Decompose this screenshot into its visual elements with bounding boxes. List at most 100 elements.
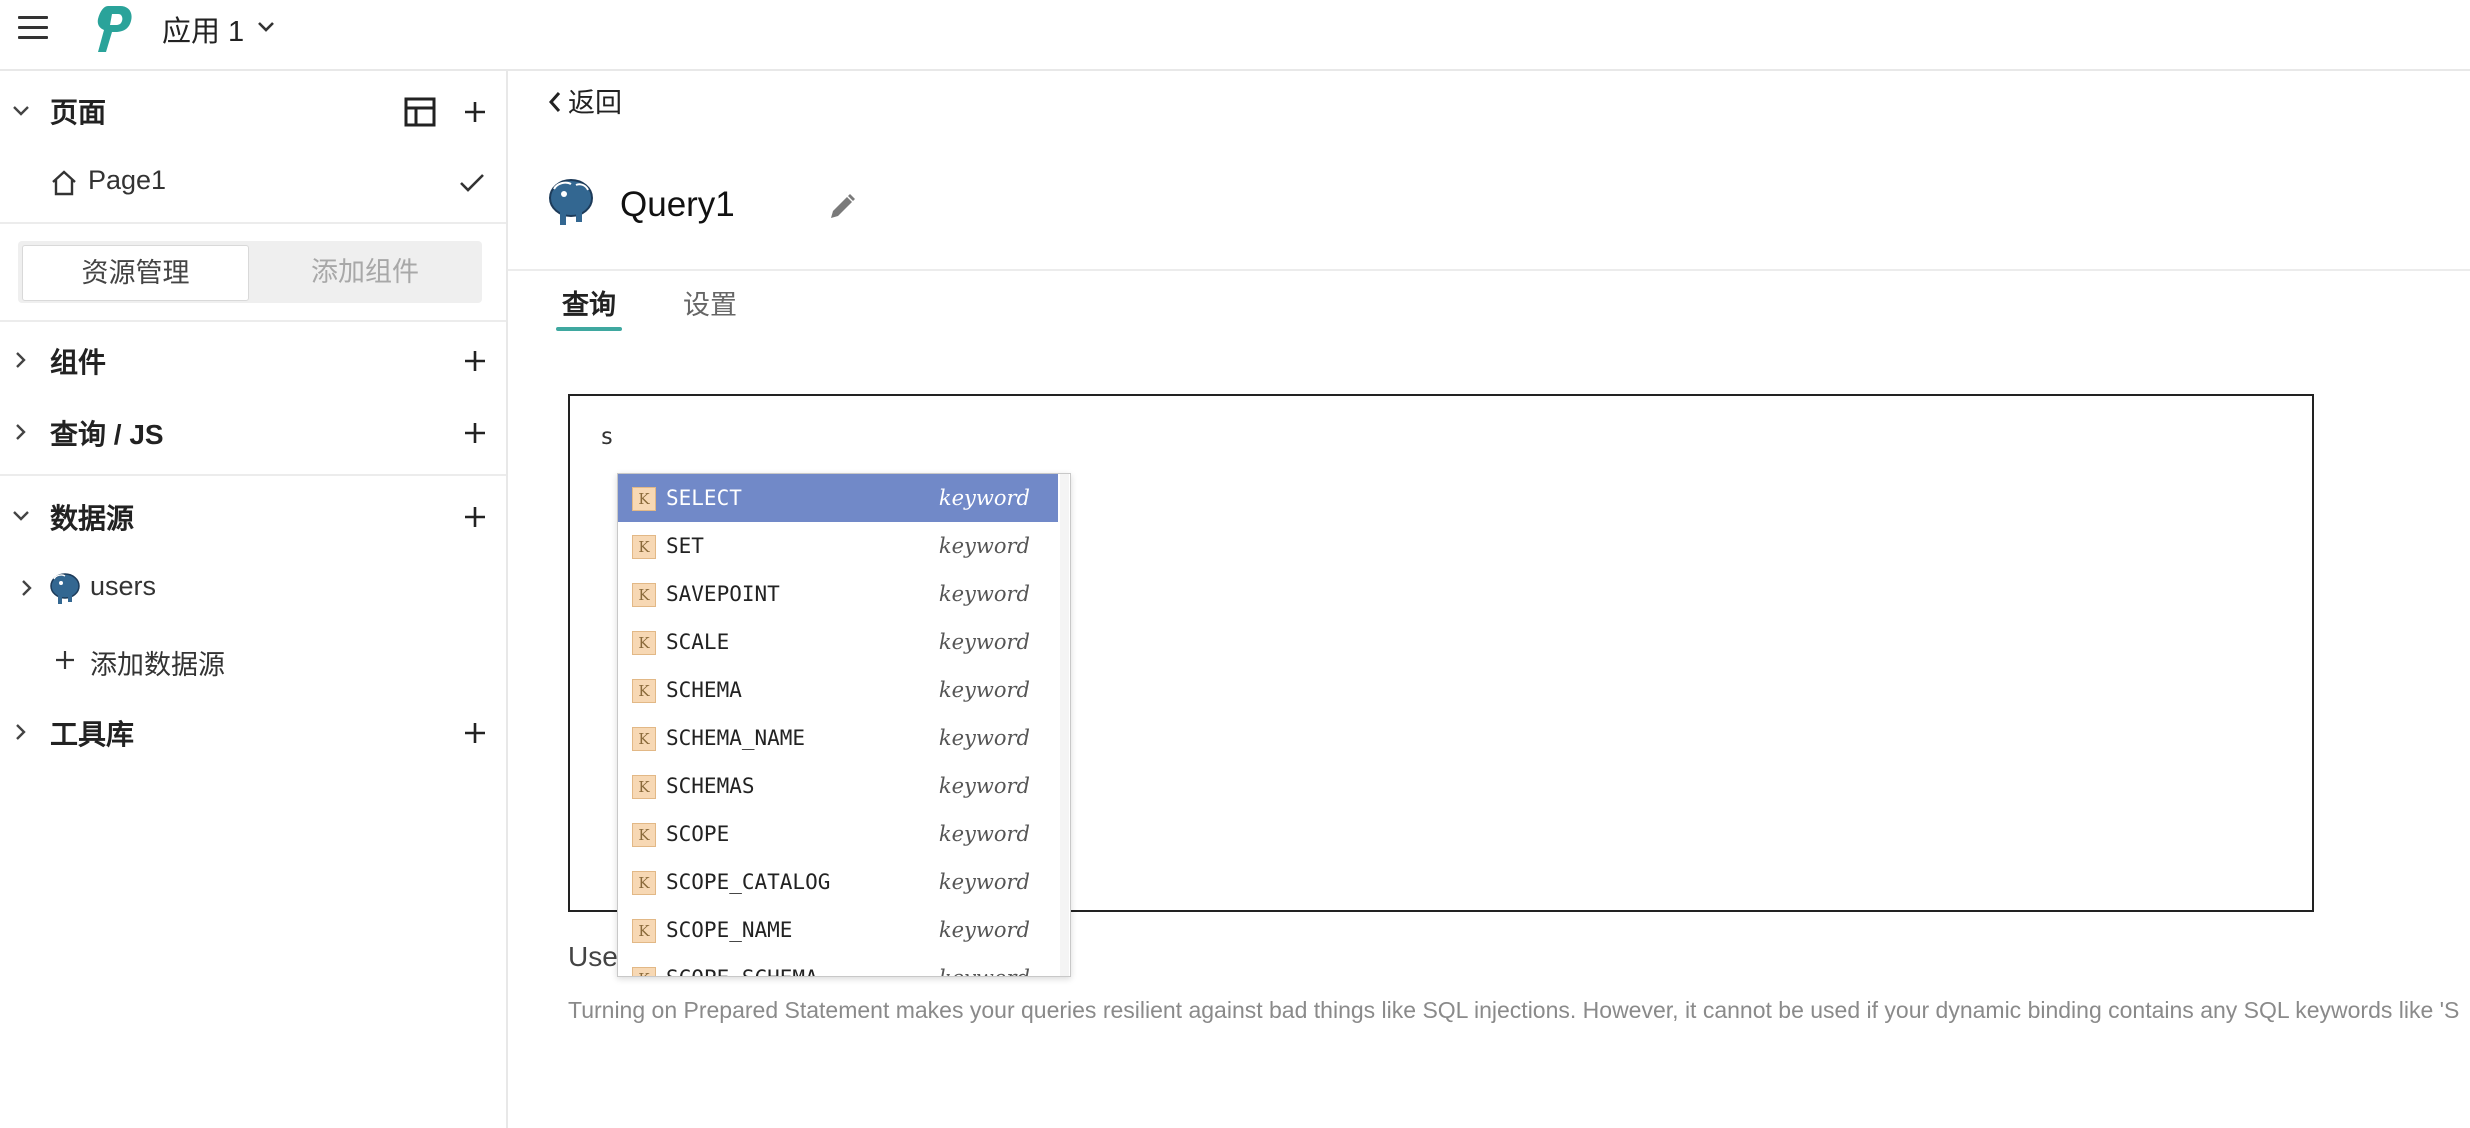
tab-query[interactable]: 查询 <box>562 283 616 322</box>
keyword-kind-icon: K <box>632 535 656 559</box>
keyword-kind-icon: K <box>632 631 656 655</box>
add-datasource-button[interactable]: 添加数据源 <box>0 635 506 685</box>
autocomplete-item-label: SCOPE_CATALOG <box>666 870 831 894</box>
editor-text[interactable]: s <box>600 424 614 450</box>
keyword-kind-icon: K <box>632 583 656 607</box>
datasource-label: users <box>90 571 157 601</box>
postgres-icon <box>549 179 593 225</box>
autocomplete-item-type: keyword <box>938 918 1030 942</box>
chevron-right-icon[interactable] <box>10 721 32 743</box>
components-title: 组件 <box>50 347 107 378</box>
app-name[interactable]: 应用 1 <box>162 8 244 50</box>
divider <box>0 222 506 224</box>
chevron-right-icon[interactable] <box>10 349 32 371</box>
add-datasource-label: 添加数据源 <box>90 650 225 680</box>
prepared-statement-label: Use <box>568 941 618 972</box>
autocomplete-item-label: SCHEMA_NAME <box>666 726 806 750</box>
autocomplete-item-type: keyword <box>939 966 1030 976</box>
resource-management-tab[interactable]: 资源管理 <box>22 245 249 301</box>
plus-icon[interactable] <box>462 348 488 374</box>
edit-icon[interactable] <box>826 191 858 223</box>
chevron-left-icon <box>548 92 561 112</box>
autocomplete-item[interactable]: K SCOPE keyword <box>618 810 1058 858</box>
autocomplete-item-label: SCHEMA <box>666 678 742 702</box>
divider <box>0 474 506 476</box>
autocomplete-item[interactable]: K SCHEMA_NAME keyword <box>618 714 1058 762</box>
chevron-right-icon[interactable] <box>10 421 32 443</box>
datasources-title: 数据源 <box>50 503 135 534</box>
chevron-right-icon[interactable] <box>16 577 38 599</box>
postgres-icon <box>50 573 80 604</box>
autocomplete-item-type: keyword <box>938 774 1030 798</box>
active-tab-indicator <box>556 327 622 331</box>
back-label: 返回 <box>568 88 622 118</box>
autocomplete-item[interactable]: K SCHEMA keyword <box>618 666 1058 714</box>
autocomplete-item-label: SCALE <box>666 630 730 654</box>
datasource-item-users[interactable]: users <box>0 563 506 613</box>
autocomplete-item[interactable]: K SET keyword <box>618 522 1058 570</box>
plus-icon[interactable] <box>462 99 488 125</box>
plus-icon[interactable] <box>462 504 488 530</box>
query-title: Query1 <box>620 185 735 224</box>
divider <box>508 269 2470 271</box>
home-icon <box>52 170 76 196</box>
pages-section-header[interactable]: 页面 <box>0 89 506 133</box>
autocomplete-item-label: SCOPE <box>666 822 730 846</box>
logo-icon <box>97 6 132 52</box>
page-item-page1[interactable]: Page1 <box>0 159 506 209</box>
autocomplete-item-label: SAVEPOINT <box>666 582 780 606</box>
autocomplete-item[interactable]: K SCHEMAS keyword <box>618 762 1058 810</box>
autocomplete-item-label: SET <box>666 534 704 558</box>
keyword-kind-icon: K <box>632 775 656 799</box>
keyword-kind-icon: K <box>632 727 656 751</box>
autocomplete-item-label: SELECT <box>666 486 742 510</box>
menu-icon[interactable] <box>18 14 50 42</box>
autocomplete-popup: K SELECT keyword K SET keyword K SAVEPOINT keywo… <box>617 473 1071 977</box>
tab-settings[interactable]: 设置 <box>683 283 737 322</box>
chevron-down-icon[interactable] <box>10 100 32 122</box>
sidebar-mode-toggle: 资源管理 添加组件 <box>18 241 482 303</box>
keyword-kind-icon: K <box>632 487 656 511</box>
add-component-tab[interactable]: 添加组件 <box>252 245 478 299</box>
queries-section-header[interactable]: 查询 / JS <box>0 407 506 457</box>
keyword-kind-icon: K <box>632 679 656 703</box>
divider <box>0 320 506 322</box>
check-icon <box>460 174 484 192</box>
autocomplete-item-type: keyword <box>938 822 1030 846</box>
layout-icon[interactable] <box>404 97 436 127</box>
sidebar: 页面 Page1 资源管理 添加组件 组件 查询 / JS 数据源 users … <box>0 71 508 1128</box>
keyword-kind-icon: K <box>632 967 656 976</box>
autocomplete-item-label: SCOPE_SCHEMA <box>666 966 818 976</box>
plus-icon[interactable] <box>462 420 488 446</box>
plus-icon[interactable] <box>462 720 488 746</box>
back-button[interactable]: 返回 <box>546 81 622 120</box>
autocomplete-item[interactable]: K SCALE keyword <box>618 618 1058 666</box>
autocomplete-item-type: keyword <box>938 582 1030 606</box>
autocomplete-item-type: keyword <box>938 726 1030 750</box>
datasources-section-header[interactable]: 数据源 <box>0 491 506 541</box>
queries-title: 查询 / JS <box>50 419 164 450</box>
page-item-label: Page1 <box>88 165 167 195</box>
autocomplete-item-label: SCOPE_NAME <box>666 918 793 942</box>
autocomplete-item[interactable]: K SAVEPOINT keyword <box>618 570 1058 618</box>
autocomplete-item[interactable]: K SCOPE_SCHEMA keyword <box>618 954 1058 976</box>
libraries-title: 工具库 <box>50 719 135 750</box>
prepared-statement-hint: Turning on Prepared Statement makes your… <box>568 997 2460 1023</box>
chevron-down-icon[interactable] <box>10 505 32 527</box>
keyword-kind-icon: K <box>632 823 656 847</box>
keyword-kind-icon: K <box>632 919 656 943</box>
pages-title: 页面 <box>50 97 107 128</box>
autocomplete-item-type: keyword <box>938 678 1030 702</box>
chevron-down-icon[interactable] <box>254 18 278 36</box>
components-section-header[interactable]: 组件 <box>0 335 506 385</box>
autocomplete-item-type: keyword <box>938 870 1030 894</box>
autocomplete-item-type: keyword <box>938 630 1030 654</box>
autocomplete-item[interactable]: K SCOPE_CATALOG keyword <box>618 858 1058 906</box>
top-bar: 应用 1 <box>0 0 2470 71</box>
plus-icon <box>56 651 74 669</box>
autocomplete-item[interactable]: K SCOPE_NAME keyword <box>618 906 1058 954</box>
keyword-kind-icon: K <box>632 871 656 895</box>
libraries-section-header[interactable]: 工具库 <box>0 707 506 757</box>
autocomplete-scrollbar[interactable] <box>1060 474 1069 976</box>
autocomplete-item[interactable]: K SELECT keyword <box>618 474 1058 522</box>
